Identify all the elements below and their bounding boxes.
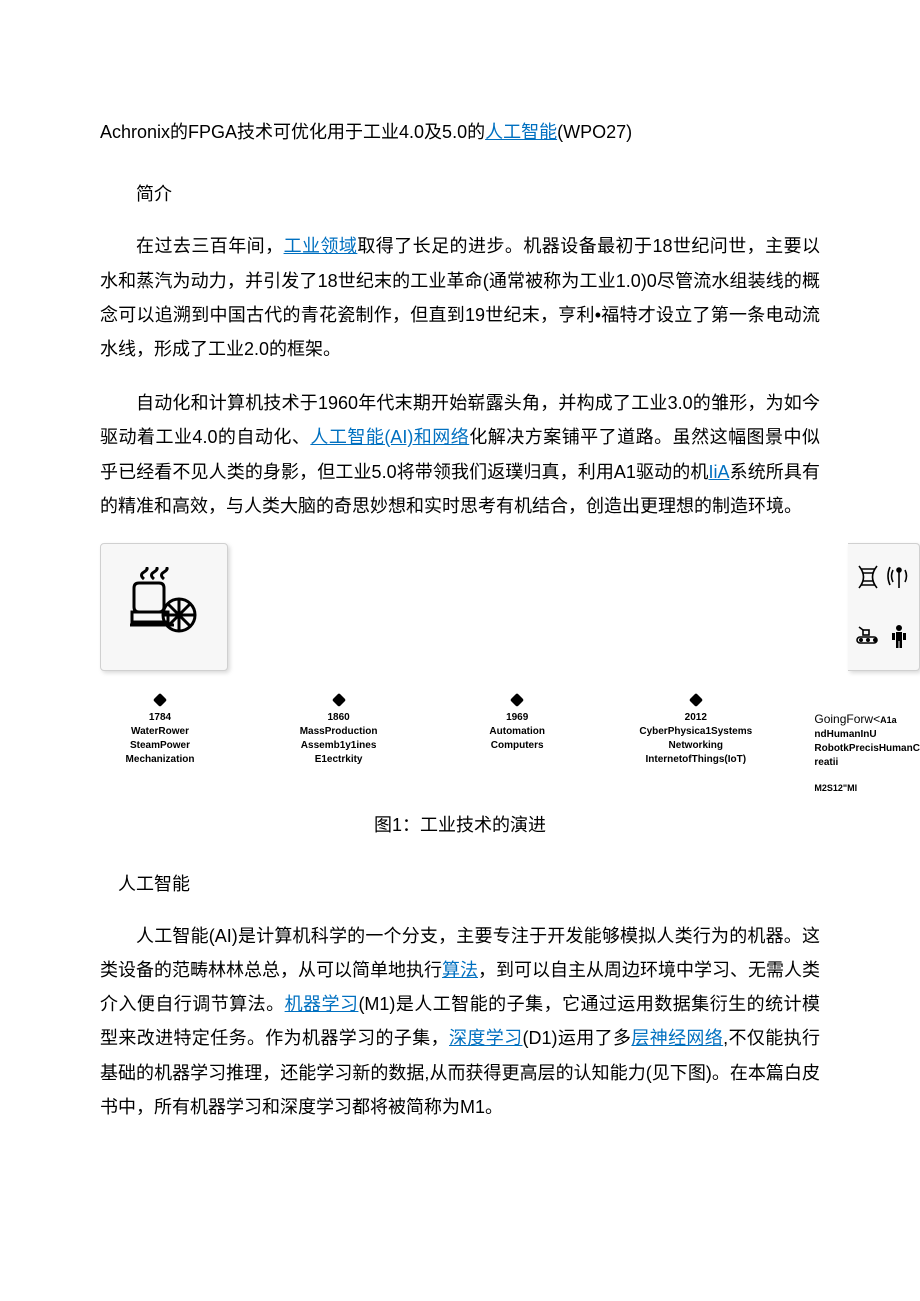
- timeline-dot-icon: [153, 693, 167, 707]
- antenna-icon: [886, 550, 914, 605]
- forward-head: GoingForw<A1a: [814, 712, 896, 726]
- desc-label: Computers: [457, 739, 577, 753]
- timeline-item-1860: 1860 MassProduction Assemb1y1ines E1ectr…: [279, 687, 399, 795]
- section-ai-heading: 人工智能: [100, 867, 820, 901]
- desc-label: MassProduction: [279, 725, 399, 739]
- desc-label: Automation: [457, 725, 577, 739]
- steam-engine-icon: [124, 567, 204, 647]
- p3-d: (D1)运用了多: [522, 1028, 631, 1048]
- paragraph-2: 自动化和计算机技术于1960年代末期开始崭露头角，并构成了工业3.0的雏形，为如…: [100, 386, 820, 523]
- timeline-dot-icon: [332, 693, 346, 707]
- timeline-labels-row: 1784 WaterRower SteamPower Mechanization…: [100, 687, 920, 795]
- year-label: 1860: [279, 711, 399, 725]
- paragraph-1: 在过去三百年间，工业领域取得了长足的进步。机器设备最初于18世纪问世，主要以水和…: [100, 229, 820, 366]
- timeline-dot-icon: [510, 693, 524, 707]
- paragraph-3: 人工智能(AI)是计算机科学的一个分支，主要专注于开发能够模拟人类行为的机器。这…: [100, 919, 820, 1124]
- desc-label: Networking: [636, 739, 756, 753]
- timeline-item-2012: 2012 CyberPhysica1Systems Networking Int…: [636, 687, 756, 795]
- industry5-icon-box: [848, 543, 920, 671]
- desc-label: CyberPhysica1Systems: [636, 725, 756, 739]
- timeline-item-1969: 1969 Automation Computers: [457, 687, 577, 795]
- desc-label: WaterRower: [100, 725, 220, 739]
- timeline-icons-row: [100, 543, 920, 681]
- title-text-pre: Achronix的FPGA技术可优化用于工业4.0及5.0的: [100, 122, 485, 142]
- desc-label: SteamPower: [100, 739, 220, 753]
- section-intro-heading: 简介: [100, 177, 820, 211]
- link-algorithm[interactable]: 算法: [442, 960, 478, 980]
- desc-label: RobotkPrecisHumanC: [814, 742, 920, 756]
- desc-label: ndHumanInU: [814, 728, 920, 742]
- title-text-post: (WPO27): [557, 122, 632, 142]
- link-ai-network[interactable]: 人工智能(AI)和网络: [310, 427, 469, 447]
- desc-label: reatii: [814, 756, 920, 770]
- timeline-item-forward: GoingForw<A1a ndHumanInU RobotkPrecisHum…: [814, 687, 920, 795]
- timeline-dot-icon: [689, 693, 703, 707]
- link-iia[interactable]: IiA: [708, 462, 729, 482]
- desc-label: Assemb1y1ines: [279, 739, 399, 753]
- desc-label: E1ectrkity: [279, 753, 399, 767]
- desc-label: Mechanization: [100, 753, 220, 767]
- conveyor-icon: [854, 609, 882, 664]
- year-label: 1969: [457, 711, 577, 725]
- desc-label: M2S12"MI: [814, 782, 920, 795]
- figure-1-caption: 图1：工业技术的演进: [100, 808, 820, 842]
- document-title: Achronix的FPGA技术可优化用于工业4.0及5.0的人工智能(WPO27…: [100, 115, 820, 149]
- steam-engine-icon-box: [100, 543, 228, 671]
- desc-label: InternetofThings(IoT): [636, 753, 756, 767]
- title-link-ai[interactable]: 人工智能: [485, 122, 557, 142]
- link-machine-learning[interactable]: 机器学习: [285, 994, 359, 1014]
- person-icon: [886, 609, 914, 664]
- link-neural-network[interactable]: 层神经网络: [631, 1028, 723, 1048]
- p1-pre: 在过去三百年间，: [136, 236, 284, 256]
- year-label: 2012: [636, 711, 756, 725]
- timeline-item-1784: 1784 WaterRower SteamPower Mechanization: [100, 687, 220, 795]
- link-industry[interactable]: 工业领域: [284, 236, 358, 256]
- link-deep-learning[interactable]: 深度学习: [449, 1028, 522, 1048]
- year-label: 1784: [100, 711, 220, 725]
- dna-icon: [854, 550, 882, 605]
